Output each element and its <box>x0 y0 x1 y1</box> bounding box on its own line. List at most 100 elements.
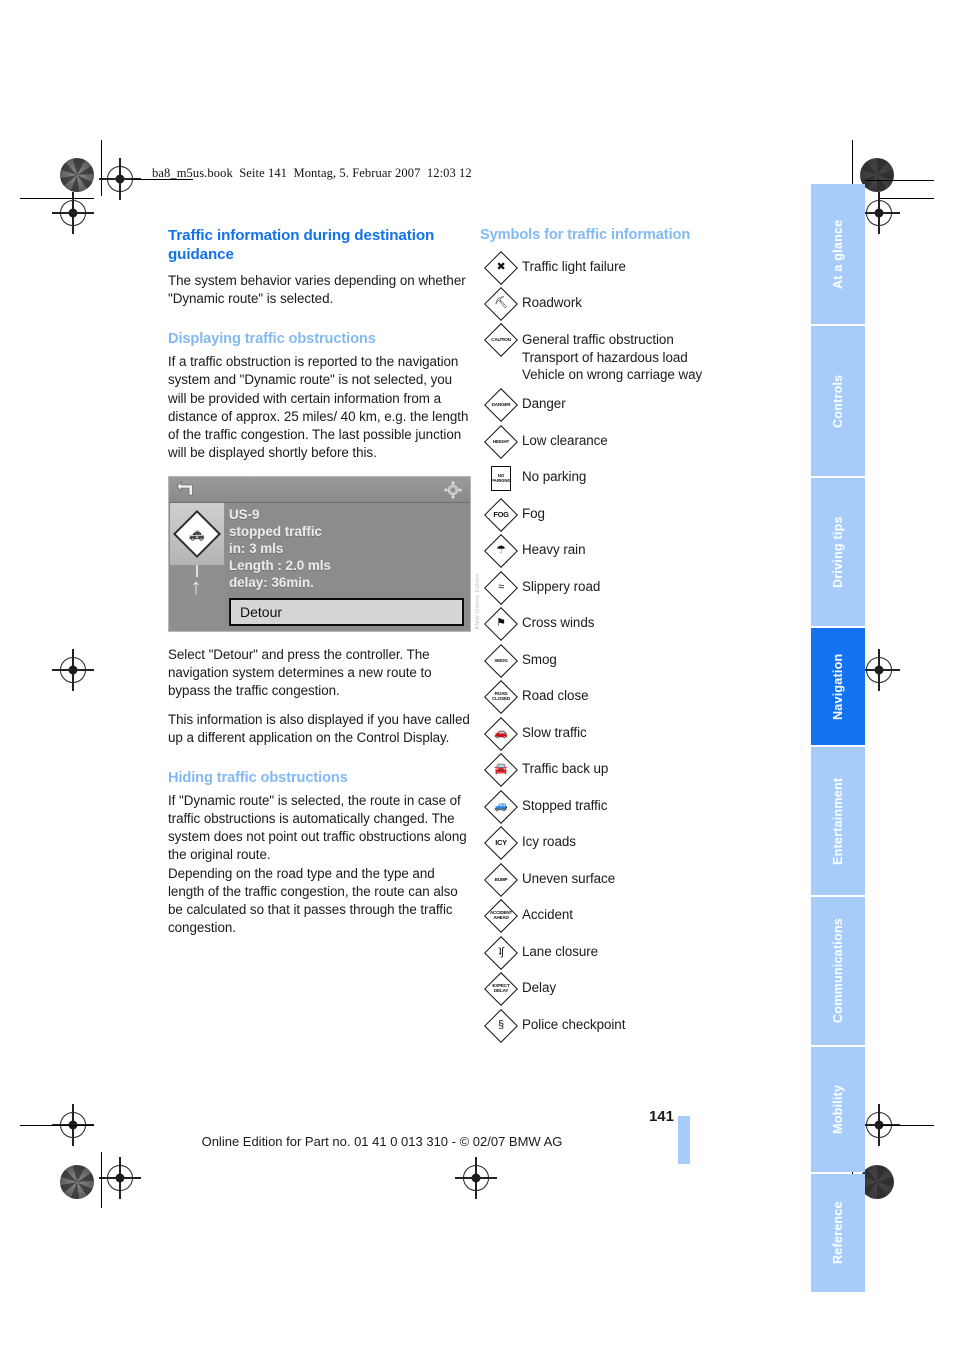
symbol-label: Road close <box>522 684 589 705</box>
sidebar-tab-communications[interactable]: Communications <box>811 897 865 1045</box>
nav-status: stopped traffic <box>229 524 322 540</box>
smog-sign: SMOG <box>484 643 518 678</box>
symbol-label: Uneven surface <box>522 867 615 888</box>
symbol-icon-wrap: FOG <box>480 497 522 532</box>
symbol-label: General traffic obstruction Transport of … <box>522 328 702 384</box>
list-item: BUMP Uneven surface <box>480 862 780 897</box>
symbol-label-line: Uneven surface <box>522 870 616 886</box>
straight-ahead-arrow-icon: ↑ <box>190 574 202 600</box>
symbol-label-line: Stopped traffic <box>522 797 608 813</box>
sidebar-tab-driving-tips[interactable]: Driving tips <box>811 478 865 626</box>
sidebar-tab-mobility[interactable]: Mobility <box>811 1047 865 1172</box>
file-header-text: ba8_m5us.book Seite 141 Montag, 5. Febru… <box>152 166 472 180</box>
symbol-icon-wrap: ICY <box>480 826 522 861</box>
slow-traffic-sign: 🚗 <box>484 716 518 751</box>
list-item: 🚙 Stopped traffic <box>480 789 780 824</box>
intro-paragraph: The system behavior varies depending on … <box>168 272 466 307</box>
after-figure-paragraph-2: This information is also displayed if yo… <box>168 711 470 745</box>
list-item: CAUTION General traffic obstruction Transp… <box>480 322 780 384</box>
list-item: ⚑ Cross winds <box>480 607 780 642</box>
left-column: Traffic information during destination g… <box>168 226 481 947</box>
sidebar-tab-navigation[interactable]: Navigation <box>811 628 865 745</box>
sidebar-tab-entertainment[interactable]: Entertainment <box>811 747 865 895</box>
symbol-label-line: Road close <box>522 688 589 704</box>
list-item: EXPECT DELAY Delay <box>480 972 780 1007</box>
symbol-label: Accident <box>522 903 573 924</box>
traffic-light-failure-sign: ✖ <box>484 250 518 285</box>
symbol-label: Cross winds <box>522 611 594 632</box>
subsection-title-hiding: Hiding traffic obstructions <box>168 769 348 786</box>
nav-traffic-symbol-box: 🚓 <box>170 503 224 566</box>
caution-sign: CAUTION <box>484 322 518 357</box>
symbol-icon-wrap: 🚙 <box>480 789 522 824</box>
nav-screen-topbar <box>169 477 470 504</box>
symbol-label-line: Smog <box>522 651 557 667</box>
after-figure-paragraph-1: Select "Detour" and press the controller… <box>168 647 432 699</box>
list-item: 🚘 Traffic back up <box>480 753 780 788</box>
symbol-label-line: Traffic back up <box>522 761 609 777</box>
manual-page: ba8_m5us.book Seite 141 Montag, 5. Febru… <box>0 0 954 1351</box>
back-arrow-icon[interactable] <box>176 481 196 499</box>
symbol-label-line: Roadwork <box>522 295 582 311</box>
list-item: HEIGHT Low clearance <box>480 424 780 459</box>
danger-sign: DANGER <box>484 388 518 423</box>
symbol-label-line: Lane closure <box>522 943 599 959</box>
hiding-body-2: Depending on the road type and the type … <box>168 865 458 935</box>
symbol-label: Fog <box>522 502 545 523</box>
symbol-label-line: Fog <box>522 505 545 521</box>
footer-text: Online Edition for Part no. 01 41 0 013 … <box>201 1134 563 1149</box>
no-parking-sign: NO PARKING <box>491 466 511 492</box>
nav-distance: in: 3 mls <box>229 541 284 557</box>
symbol-label-line: Low clearance <box>522 432 608 448</box>
symbol-label: Stopped traffic <box>522 794 607 815</box>
symbol-icon-wrap: 🚘 <box>480 753 522 788</box>
list-item: ✖ Traffic light failure <box>480 250 780 285</box>
list-item: ROAD CLOSED Road close <box>480 680 780 715</box>
sidebar-tab-controls[interactable]: Controls <box>811 326 865 476</box>
symbol-label: Icy roads <box>522 830 576 851</box>
symbol-icon-wrap: SMOG <box>480 643 522 678</box>
symbol-label-line: Delay <box>522 980 556 996</box>
subsection-title-displaying: Displaying traffic obstructions <box>168 331 376 348</box>
slippery-road-sign: ≈ <box>484 570 518 605</box>
symbol-label: Danger <box>522 392 566 413</box>
symbol-label: Lane closure <box>522 940 598 961</box>
settings-gear-icon[interactable] <box>444 481 462 499</box>
symbol-label: No parking <box>522 465 586 486</box>
sidebar-tab-at-a-glance[interactable]: At a glance <box>811 184 865 324</box>
symbol-icon-wrap: HEIGHT <box>480 424 522 459</box>
list-item: FOG Fog <box>480 497 780 532</box>
traffic-back-up-sign: 🚘 <box>484 753 518 788</box>
detour-button[interactable]: Detour <box>229 598 464 627</box>
roadwork-sign: ⛏ <box>484 287 518 322</box>
symbol-icon-wrap: CAUTION <box>480 322 522 357</box>
symbol-icon-wrap: ✖ <box>480 250 522 285</box>
list-item: ACCIDENT AHEAD Accident <box>480 899 780 934</box>
uneven-surface-sign: BUMP <box>484 862 518 897</box>
symbol-label-line: No parking <box>522 469 587 485</box>
section-title: Traffic information during destination g… <box>168 227 435 264</box>
list-item: ICY Icy roads <box>480 826 780 861</box>
symbol-label-line: Accident <box>522 907 573 923</box>
nav-length: Length : 2.0 mls <box>229 558 331 574</box>
symbol-label: Heavy rain <box>522 538 586 559</box>
list-item: ☂ Heavy rain <box>480 534 780 569</box>
nav-road-name: US-9 <box>229 507 260 523</box>
symbol-icon-wrap: ROAD CLOSED <box>480 680 522 715</box>
icy-roads-sign: ICY <box>484 826 518 861</box>
cross-winds-sign: ⚑ <box>484 607 518 642</box>
delay-sign: EXPECT DELAY <box>484 972 518 1007</box>
list-item: ⛏ Roadwork <box>480 287 780 322</box>
symbol-icon-wrap: BUMP <box>480 862 522 897</box>
low-clearance-sign: HEIGHT <box>484 424 518 459</box>
symbol-icon-wrap: ACCIDENT AHEAD <box>480 899 522 934</box>
hiding-body-1: If "Dynamic route" is selected, the rout… <box>168 792 467 863</box>
symbols-section-title: Symbols for traffic information <box>480 227 691 243</box>
symbol-label-line: Vehicle on wrong carriage way <box>522 367 703 383</box>
sidebar-tab-reference[interactable]: Reference <box>811 1174 865 1292</box>
symbol-label-line: Slow traffic <box>522 724 587 740</box>
symbol-label: Slow traffic <box>522 721 587 742</box>
symbol-label-line: Danger <box>522 396 566 412</box>
chapter-tabs: At a glance Controls Driving tips Navigatio… <box>811 184 865 1292</box>
list-item: ʇʃ Lane closure <box>480 935 780 970</box>
